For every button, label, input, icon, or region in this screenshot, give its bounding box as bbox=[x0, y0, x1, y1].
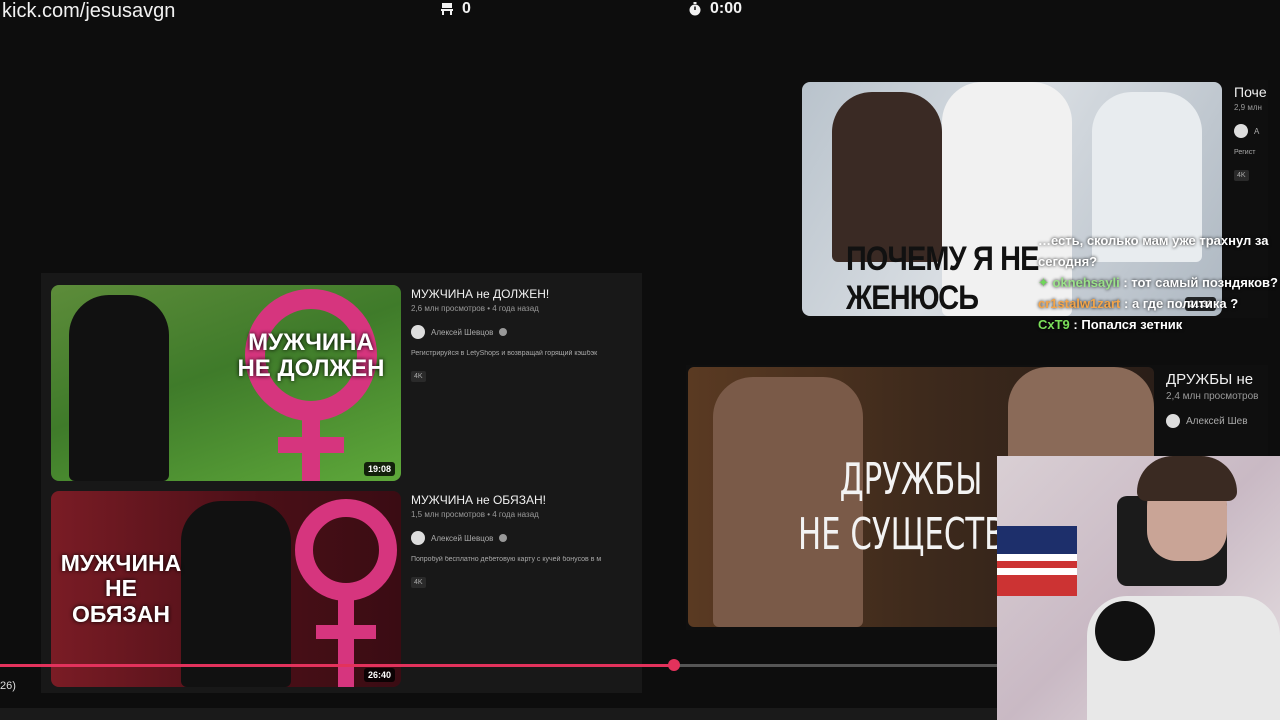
chat-text: : тот самый позндяков? bbox=[1119, 275, 1278, 290]
video-stats: 2,6 млн просмотров • 4 года назад bbox=[411, 304, 539, 313]
video-duration: 26:40 bbox=[363, 668, 395, 682]
youtube-results-panel: МУЖЧИНА НЕ ДОЛЖЕН 19:08 МУЖЧИНА не ДОЛЖЕ… bbox=[41, 273, 642, 693]
video-description: Попробуй бесплатно дебетовую карту с куч… bbox=[411, 556, 602, 563]
video-stats: 2,4 млн просмотров bbox=[1166, 391, 1259, 402]
channel-info[interactable]: Алексей Шев bbox=[1166, 414, 1268, 428]
timer-value: 0:00 bbox=[710, 0, 743, 17]
video-result[interactable]: МУЖЧИНА НЕ ОБЯЗАН 26:40 МУЖЧИНА не ОБЯЗА… bbox=[51, 491, 642, 689]
streamer-hair bbox=[1137, 456, 1237, 501]
chat-username: oknehsayli bbox=[1052, 275, 1120, 290]
channel-name[interactable]: Алексей Шевцов bbox=[431, 534, 493, 543]
chat-message: ✦ oknehsayli : тот самый позндяков? bbox=[1038, 272, 1278, 293]
seat-count: 0 bbox=[462, 0, 471, 17]
chat-username: cr1stalw1zart bbox=[1038, 296, 1121, 311]
stream-url: kick.com/jesusavgn bbox=[2, 0, 176, 22]
chat-text: : Попался зетник bbox=[1069, 317, 1183, 332]
chat-badge-icon: ✦ bbox=[1038, 275, 1053, 290]
chat-username: CxT9 bbox=[1038, 317, 1070, 332]
thumbnail-text: ДРУЖБЫ НЕ СУЩЕСТВУ bbox=[798, 452, 1024, 562]
chat-text: : а где политика ? bbox=[1120, 296, 1239, 311]
player-controls-strip bbox=[0, 708, 997, 720]
video-meta: МУЖЧИНА не ДОЛЖЕН! 2,6 млн просмотров • … bbox=[411, 287, 643, 383]
quality-badge: 4K bbox=[1234, 170, 1249, 181]
thumbnail-person bbox=[69, 295, 169, 481]
channel-name[interactable]: Алексей Шевцов bbox=[431, 328, 493, 337]
channel-avatar[interactable] bbox=[411, 325, 425, 339]
channel-avatar[interactable] bbox=[1166, 414, 1180, 428]
chat-overlay: …есть, сколько мам уже трахнул за сегодн… bbox=[1038, 230, 1278, 335]
video-duration: 19:08 bbox=[363, 462, 395, 476]
chat-message: cr1stalw1zart : а где политика ? bbox=[1038, 293, 1278, 314]
thumbnail-text-line: ДРУЖБЫ bbox=[839, 454, 983, 505]
video-meta: ДРУЖБЫ не 2,4 млн просмотров Алексей Шев bbox=[1166, 371, 1268, 439]
stopwatch-icon bbox=[689, 2, 701, 16]
verified-check-icon bbox=[499, 328, 508, 336]
channel-avatar[interactable] bbox=[411, 531, 425, 545]
flag-decoration bbox=[997, 526, 1077, 596]
quality-badge: 4K bbox=[411, 577, 426, 588]
video-thumbnail[interactable]: МУЖЧИНА НЕ ДОЛЖЕН 19:08 bbox=[51, 285, 401, 481]
seat-counter: 0 bbox=[440, 0, 471, 18]
channel-info[interactable]: Алексей Шевцов bbox=[411, 325, 643, 339]
verified-check-icon bbox=[499, 534, 508, 542]
video-title[interactable]: МУЖЧИНА не ДОЛЖЕН! bbox=[411, 287, 643, 301]
channel-name[interactable]: Алексей Шев bbox=[1186, 416, 1248, 427]
thumbnail-text: МУЖЧИНА НЕ ДОЛЖЕН bbox=[237, 329, 385, 383]
chat-text: …есть, сколько мам уже трахнул за сегодн… bbox=[1038, 233, 1269, 269]
thumbnail-person bbox=[832, 92, 942, 262]
progress-scrubber[interactable] bbox=[667, 659, 680, 671]
thumbnail-text: МУЖЧИНА НЕ ОБЯЗАН bbox=[60, 550, 182, 627]
video-description: Регист bbox=[1234, 149, 1256, 156]
chat-message: CxT9 : Попался зетник bbox=[1038, 314, 1278, 335]
streamer-webcam bbox=[997, 456, 1280, 720]
video-stats: 1,5 млн просмотров • 4 года назад bbox=[411, 510, 539, 519]
chat-message: …есть, сколько мам уже трахнул за сегодн… bbox=[1038, 230, 1278, 272]
time-display: 26) bbox=[0, 680, 16, 692]
channel-info[interactable]: Алексей Шевцов bbox=[411, 531, 643, 545]
feminism-symbol-icon bbox=[245, 289, 377, 481]
microphone-icon bbox=[1095, 601, 1155, 661]
quality-badge: 4K bbox=[411, 371, 426, 382]
channel-name[interactable]: А bbox=[1254, 127, 1259, 136]
video-title[interactable]: ДРУЖБЫ не bbox=[1166, 371, 1268, 388]
feminism-symbol-icon bbox=[295, 499, 397, 687]
video-thumbnail[interactable]: МУЖЧИНА НЕ ОБЯЗАН 26:40 bbox=[51, 491, 401, 687]
progress-fill bbox=[0, 664, 674, 667]
channel-avatar[interactable] bbox=[1234, 124, 1248, 138]
thumbnail-text-line: НЕ СУЩЕСТВУ bbox=[798, 509, 1025, 560]
video-result[interactable]: МУЖЧИНА НЕ ДОЛЖЕН 19:08 МУЖЧИНА не ДОЛЖЕ… bbox=[51, 285, 642, 483]
chair-icon bbox=[441, 3, 453, 15]
video-meta: Поче 2,9 млн А Регист 4K bbox=[1234, 84, 1268, 182]
video-description: Регистрируйся в LetyShops и возвращай го… bbox=[411, 350, 598, 357]
thumbnail-person bbox=[181, 501, 291, 687]
channel-info[interactable]: А bbox=[1234, 124, 1268, 138]
video-title[interactable]: Поче bbox=[1234, 84, 1268, 100]
stream-timer: 0:00 bbox=[688, 0, 742, 18]
video-stats: 2,9 млн bbox=[1234, 103, 1262, 112]
video-title[interactable]: МУЖЧИНА не ОБЯЗАН! bbox=[411, 493, 643, 507]
video-progress-bar[interactable] bbox=[0, 659, 997, 671]
video-meta: МУЖЧИНА не ОБЯЗАН! 1,5 млн просмотров • … bbox=[411, 493, 643, 589]
